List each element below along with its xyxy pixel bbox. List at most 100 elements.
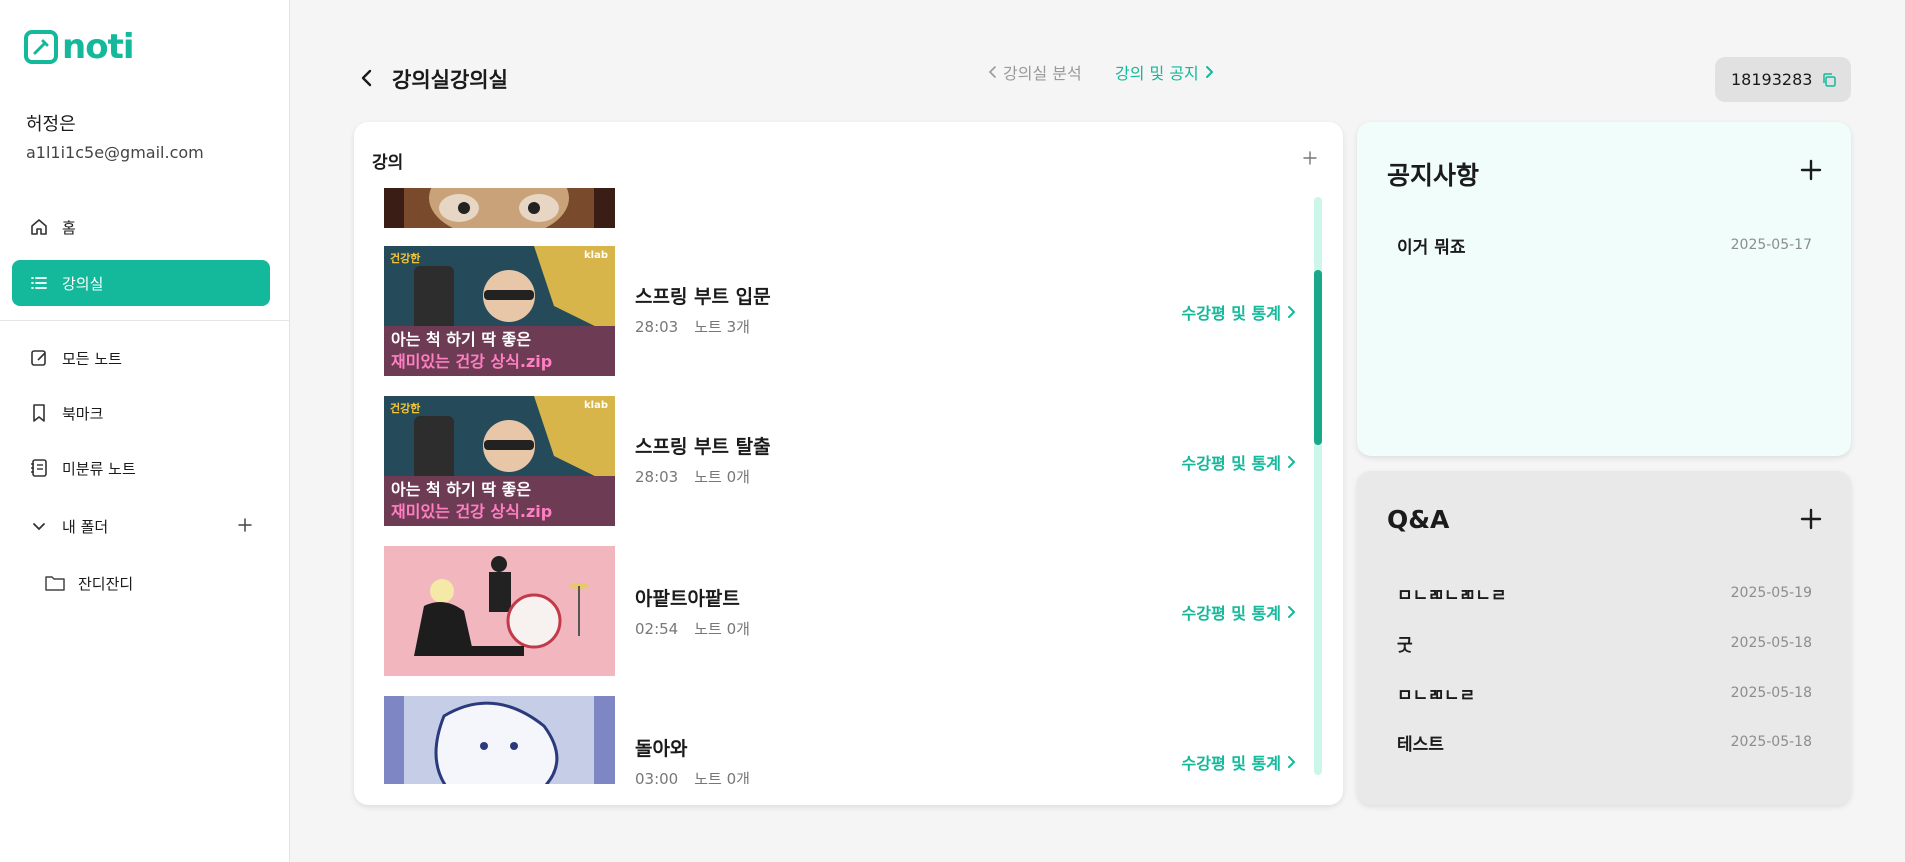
notice-date: 2025-05-17 <box>1730 237 1812 253</box>
lecture-thumbnail[interactable] <box>384 696 615 784</box>
lecture-duration: 03:00 <box>635 770 679 784</box>
thumb-caption: 아는 척 하기 딱 좋은 <box>391 330 531 349</box>
sidebar-item-home[interactable]: 홈 <box>12 204 270 250</box>
svg-text:건강한: 건강한 <box>390 401 420 415</box>
qa-date: 2025-05-18 <box>1730 685 1812 701</box>
tab-label: 강의 및 공지 <box>1115 64 1199 83</box>
sidebar-item-bookmark[interactable]: 북마크 <box>12 390 270 436</box>
lecture-stats-label: 수강평 및 통계 <box>1181 304 1281 323</box>
chevron-right-icon <box>1288 456 1296 468</box>
notebook-icon <box>28 457 50 479</box>
lecture-row[interactable] <box>384 188 1314 228</box>
logo-note-icon <box>24 30 58 64</box>
list-icon <box>28 272 50 294</box>
bookmark-icon <box>28 402 50 424</box>
chevron-right-icon <box>1205 66 1214 78</box>
home-icon <box>28 216 50 238</box>
lecture-thumbnail[interactable] <box>384 546 615 676</box>
sidebar-item-label: 홈 <box>62 218 76 237</box>
qa-title: 테스트 <box>1397 734 1444 755</box>
notice-panel-title: 공지사항 <box>1387 161 1480 190</box>
qa-title: 굿 <box>1397 635 1413 656</box>
sidebar-item-unsorted-notes[interactable]: 미분류 노트 <box>12 445 270 491</box>
lecture-stats-link[interactable]: 수강평 및 통계 <box>1182 750 1296 774</box>
notice-item[interactable]: 이거 뭐죠 2025-05-17 <box>1397 230 1812 260</box>
thumb-caption: 아는 척 하기 딱 좋은 <box>391 480 531 499</box>
folder-item-jandi[interactable]: 잔디잔디 <box>28 560 270 606</box>
lecture-thumbnail[interactable]: 건강한 klab 아는 척 하기 딱 좋은 재미있는 건강 상식.zip <box>384 396 615 526</box>
folder-item-label: 잔디잔디 <box>78 574 134 593</box>
lecture-note-count: 노트 0개 <box>694 468 750 486</box>
chevron-right-icon <box>1288 306 1296 318</box>
class-code-badge[interactable]: 18193283 <box>1715 57 1851 102</box>
sidebar-item-label: 강의실 <box>62 274 104 293</box>
user-name: 허정은 <box>26 114 76 135</box>
qa-item[interactable]: ㅁㄴㄻㄴㄹ 2025-05-18 <box>1397 678 1812 708</box>
lecture-note-count: 노트 0개 <box>694 770 750 784</box>
qa-item[interactable]: ㅁㄴㄻㄴㄻㄴㄹ 2025-05-19 <box>1397 578 1812 608</box>
lecture-row[interactable]: 건강한 klab 아는 척 하기 딱 좋은 재미있는 건강 상식.zip 스프링… <box>384 396 1314 526</box>
add-notice-button[interactable] <box>1797 156 1825 184</box>
qa-date: 2025-05-19 <box>1730 585 1812 601</box>
back-button[interactable] <box>354 66 378 90</box>
thumb-badge: klab <box>584 400 608 411</box>
lecture-row[interactable]: 돌아와 03:00 노트 0개 수강평 및 통계 <box>384 696 1314 784</box>
thumb-caption: 재미있는 건강 상식.zip <box>391 352 552 371</box>
lecture-duration: 28:03 <box>635 318 679 336</box>
tab-lectures-and-notices[interactable]: 강의 및 공지 <box>1115 60 1214 84</box>
lecture-stats-label: 수강평 및 통계 <box>1181 754 1281 773</box>
lecture-list-scrollbar[interactable] <box>1314 197 1322 775</box>
lecture-duration: 28:03 <box>635 468 679 486</box>
add-lecture-button[interactable] <box>1300 148 1320 168</box>
sidebar-item-all-notes[interactable]: 모든 노트 <box>12 335 270 381</box>
sidebar-item-classroom[interactable]: 강의실 <box>12 260 270 306</box>
lecture-stats-label: 수강평 및 통계 <box>1181 454 1281 473</box>
thumb-caption: 재미있는 건강 상식.zip <box>391 502 552 521</box>
add-folder-button[interactable] <box>234 514 256 536</box>
lecture-list[interactable]: 건강한 klab 아는 척 하기 딱 좋은 재미있는 건강 상식.zip 스프링… <box>384 188 1314 784</box>
thumb-badge: klab <box>584 250 608 261</box>
lecture-meta: 03:00 노트 0개 <box>635 768 750 784</box>
lecture-title: 돌아와 <box>635 738 688 760</box>
qa-item[interactable]: 테스트 2025-05-18 <box>1397 727 1812 757</box>
my-folders-label: 내 폴더 <box>62 517 109 536</box>
chevron-right-icon <box>1288 606 1296 618</box>
lecture-note-count: 노트 0개 <box>694 620 750 638</box>
scrollbar-thumb[interactable] <box>1314 270 1322 445</box>
copy-icon[interactable] <box>1820 71 1838 89</box>
lecture-stats-link[interactable]: 수강평 및 통계 <box>1182 600 1296 624</box>
lecture-title: 스프링 부트 탈출 <box>635 436 771 458</box>
lecture-duration: 02:54 <box>635 620 679 638</box>
page-title: 강의실강의실 <box>392 68 508 92</box>
user-email: a1l1i1c5e@gmail.com <box>26 143 204 162</box>
tab-classroom-analysis[interactable]: 강의실 분석 <box>988 60 1082 84</box>
add-question-button[interactable] <box>1797 505 1825 533</box>
lecture-panel-title: 강의 <box>372 153 404 173</box>
lecture-meta: 28:03 노트 0개 <box>635 466 750 487</box>
lecture-thumbnail[interactable] <box>384 188 615 228</box>
qa-item[interactable]: 굿 2025-05-18 <box>1397 628 1812 658</box>
lecture-note-count: 노트 3개 <box>694 318 750 336</box>
sidebar: noti 허정은 a1l1i1c5e@gmail.com 홈 강의실 모든 노트… <box>0 0 290 862</box>
my-folders-toggle[interactable]: 내 폴더 <box>12 503 270 549</box>
folder-icon <box>44 572 66 594</box>
lecture-thumbnail[interactable]: 건강한 klab 아는 척 하기 딱 좋은 재미있는 건강 상식.zip <box>384 246 615 376</box>
lecture-row[interactable]: 아팥트아팥트 02:54 노트 0개 수강평 및 통계 <box>384 546 1314 676</box>
qa-title: ㅁㄴㄻㄴㄹ <box>1397 685 1476 706</box>
lecture-title: 스프링 부트 입문 <box>635 286 771 308</box>
lecture-stats-label: 수강평 및 통계 <box>1181 604 1281 623</box>
qa-panel-title: Q&A <box>1387 505 1450 534</box>
lecture-stats-link[interactable]: 수강평 및 통계 <box>1182 450 1296 474</box>
qa-date: 2025-05-18 <box>1730 635 1812 651</box>
sidebar-divider <box>0 320 290 321</box>
lecture-stats-link[interactable]: 수강평 및 통계 <box>1182 300 1296 324</box>
chevron-down-icon <box>28 515 50 537</box>
noti-logo[interactable]: noti <box>24 27 134 67</box>
tab-label: 강의실 분석 <box>1003 64 1082 83</box>
lecture-meta: 28:03 노트 3개 <box>635 316 750 337</box>
lecture-meta: 02:54 노트 0개 <box>635 618 750 639</box>
sidebar-item-label: 모든 노트 <box>62 349 122 368</box>
lecture-row[interactable]: 건강한 klab 아는 척 하기 딱 좋은 재미있는 건강 상식.zip 스프링… <box>384 246 1314 376</box>
logo-text: noti <box>62 27 134 67</box>
notice-title: 이거 뭐죠 <box>1397 237 1466 258</box>
